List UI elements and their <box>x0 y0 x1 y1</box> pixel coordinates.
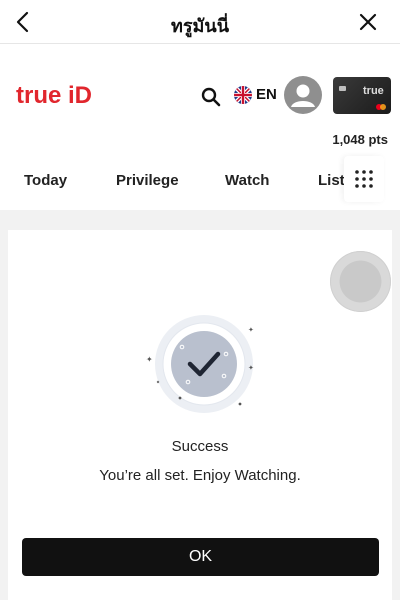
logo-true-text: true <box>16 82 61 108</box>
membership-card[interactable]: true <box>333 77 391 114</box>
points-balance: 1,048 pts <box>332 132 388 147</box>
grid-menu-icon <box>355 170 373 188</box>
search-icon[interactable] <box>200 86 222 108</box>
card-brand-text: true <box>363 85 384 97</box>
success-message: You’re all set. Enjoy Watching. <box>99 467 301 484</box>
tab-privilege[interactable]: Privilege <box>116 172 179 189</box>
tab-watch[interactable]: Watch <box>225 172 269 189</box>
top-bar: ทรูมันนี่ <box>0 0 400 44</box>
svg-text:✦: ✦ <box>146 355 153 364</box>
tab-today[interactable]: Today <box>24 172 67 189</box>
trueid-logo[interactable]: true iD <box>16 82 102 108</box>
svg-text:✦: ✦ <box>248 364 254 372</box>
close-icon[interactable] <box>354 8 382 36</box>
page-title: ทรูมันนี่ <box>170 16 229 36</box>
svg-text:✦: ✦ <box>248 326 254 334</box>
floating-assistant-button[interactable] <box>330 251 391 312</box>
grid-menu-button[interactable] <box>344 156 384 202</box>
success-check-icon: ✦ ✦ ✦ <box>146 315 254 413</box>
tab-list[interactable]: List <box>318 172 345 189</box>
uk-flag-icon[interactable] <box>234 86 252 104</box>
logo-id-text: iD <box>68 82 92 108</box>
success-title: Success <box>171 438 229 455</box>
user-avatar-icon[interactable] <box>284 76 322 114</box>
brand-header: true iD EN true <box>0 72 400 122</box>
ok-button[interactable]: OK <box>22 538 379 576</box>
main-tabs: Today Privilege Watch List <box>0 158 400 202</box>
language-toggle[interactable]: EN <box>256 86 277 103</box>
